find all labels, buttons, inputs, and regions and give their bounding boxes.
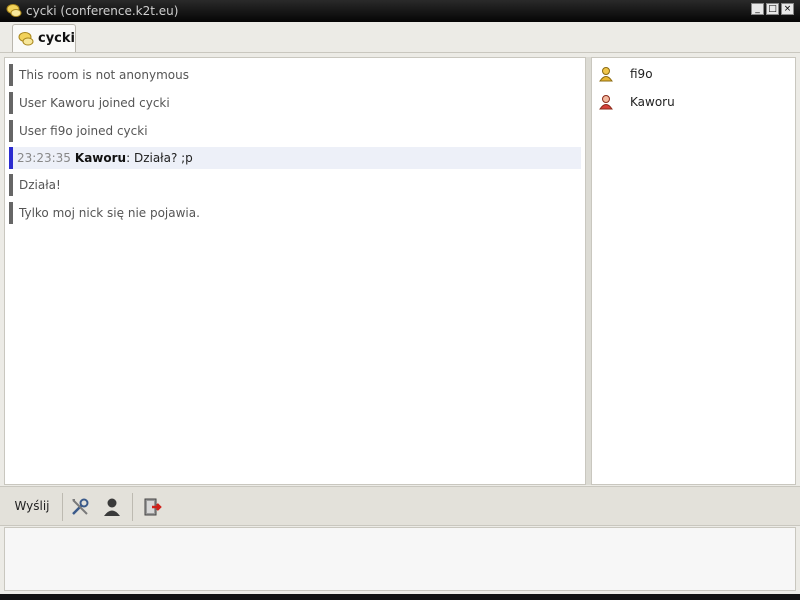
toolbar-separator <box>132 493 133 521</box>
message-input[interactable] <box>4 527 796 591</box>
occupant-list: fi9o Kaworu <box>591 57 796 485</box>
settings-tools-icon[interactable] <box>68 495 92 519</box>
message-text: User fi9o joined cycki <box>19 124 148 138</box>
group-chat-icon <box>6 4 22 17</box>
message-timestamp: 23:23:35 <box>17 151 71 165</box>
contact-info-icon[interactable] <box>100 495 124 519</box>
list-item: This room is not anonymous <box>9 64 581 86</box>
list-item: Tylko moj nick się nie pojawia. <box>9 202 581 224</box>
group-chat-icon <box>18 32 34 46</box>
tab-strip: cycki <box>0 22 800 53</box>
tab-cycki[interactable]: cycki <box>12 24 76 52</box>
occupant-name: fi9o <box>630 67 653 81</box>
message-text: Działa! <box>19 178 61 192</box>
message-text: This room is not anonymous <box>19 68 189 82</box>
send-button[interactable]: Wyślij <box>8 495 56 517</box>
leave-room-icon[interactable] <box>140 495 164 519</box>
maximize-button[interactable]: □ <box>766 3 779 15</box>
message-nick[interactable]: Kaworu <box>75 151 126 165</box>
occupant-item[interactable]: Kaworu <box>596 91 786 113</box>
title-bar[interactable]: cycki (conference.k2t.eu) _ □ × <box>0 0 800 23</box>
occupant-item[interactable]: fi9o <box>596 63 786 85</box>
occupant-name: Kaworu <box>630 95 675 109</box>
list-item: User fi9o joined cycki <box>9 120 581 142</box>
window-controls: _ □ × <box>751 3 794 15</box>
chat-log[interactable]: This room is not anonymous User Kaworu j… <box>4 57 586 485</box>
chat-window: cycki (conference.k2t.eu) _ □ × cycki Th… <box>0 0 800 600</box>
user-red-icon <box>599 95 613 110</box>
minimize-button[interactable]: _ <box>751 3 764 15</box>
tab-label: cycki <box>38 31 75 46</box>
chat-toolbar: Wyślij <box>0 486 800 526</box>
message-text: Tylko moj nick się nie pojawia. <box>19 206 200 220</box>
user-yellow-icon <box>599 67 613 82</box>
close-button[interactable]: × <box>781 3 794 15</box>
window-title: cycki (conference.k2t.eu) <box>26 4 179 18</box>
list-item: 23:23:35 Kaworu: Działa? ;p <box>9 147 581 169</box>
list-item: Działa! <box>9 174 581 196</box>
message-text: : Działa? ;p <box>126 151 193 165</box>
message-text: User Kaworu joined cycki <box>19 96 170 110</box>
window-border <box>0 594 800 600</box>
list-item: User Kaworu joined cycki <box>9 92 581 114</box>
toolbar-separator <box>62 493 63 521</box>
